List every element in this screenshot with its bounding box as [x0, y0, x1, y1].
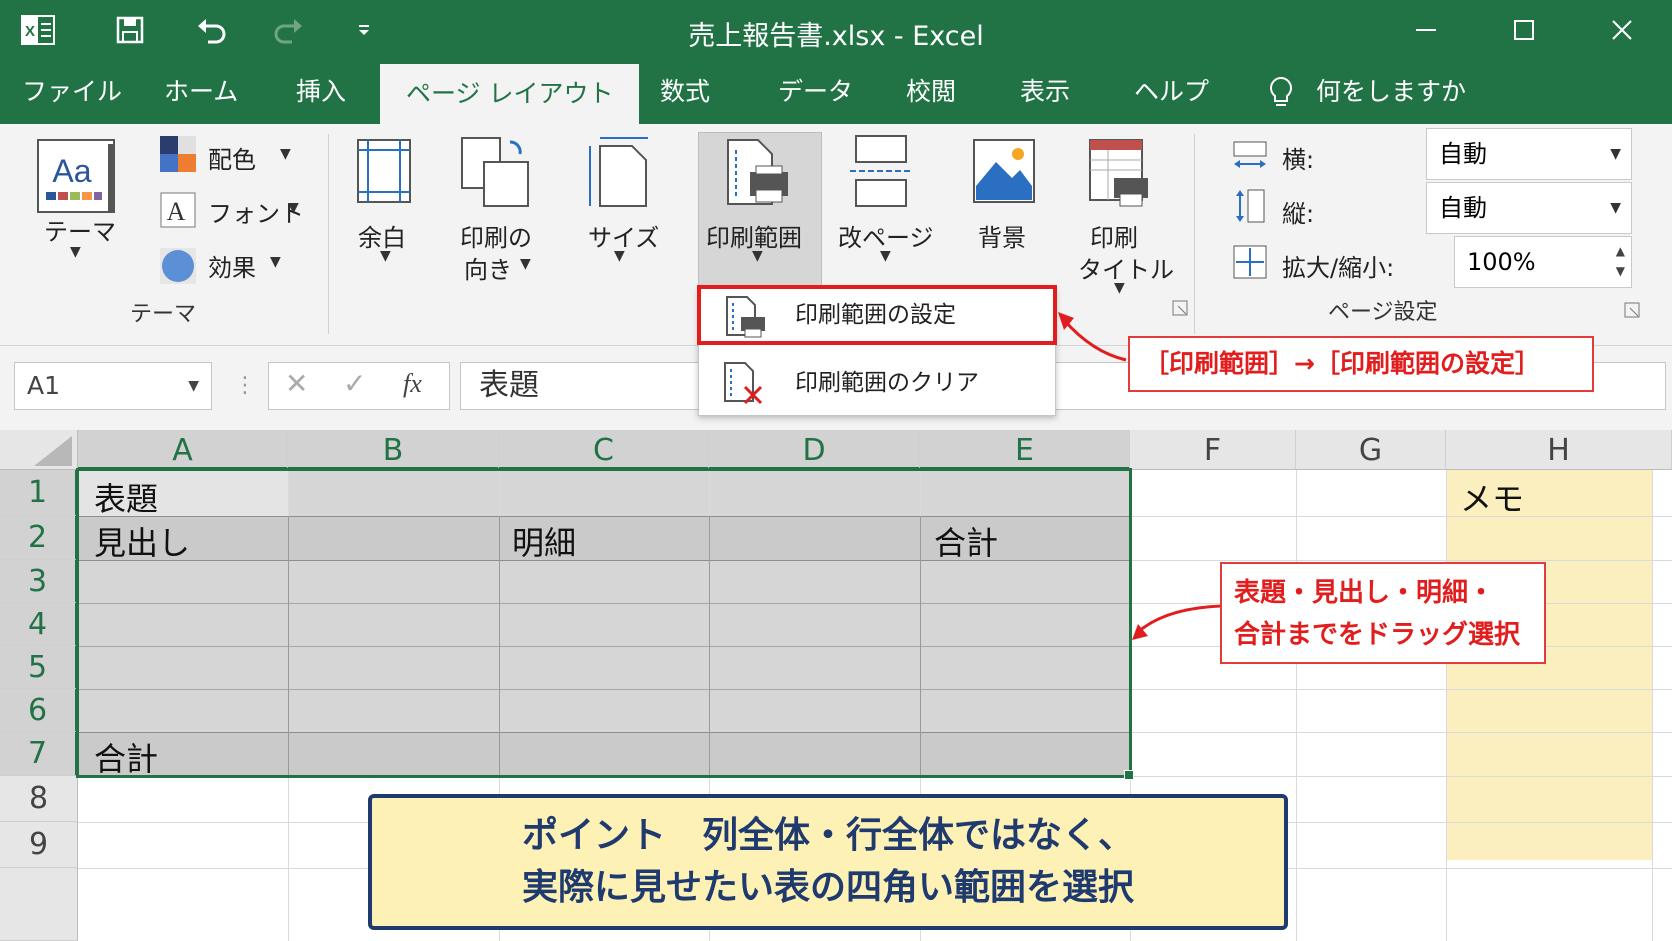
- note-line-2: 実際に見せたい表の四角い範囲を選択: [521, 867, 1134, 908]
- drag-callout-line-2: 合計までをドラッグ選択: [1234, 620, 1521, 650]
- drag-callout-line-1: 表題・見出し・明細・: [1234, 578, 1495, 608]
- point-note: ポイント 列全体・行全体ではなく、 実際に見せたい表の四角い範囲を選択: [368, 794, 1288, 930]
- note-line-1: ポイント 列全体・行全体ではなく、: [521, 815, 1134, 856]
- menu-path-callout: ［印刷範囲］→［印刷範囲の設定］: [1128, 336, 1594, 392]
- drag-select-callout: 表題・見出し・明細・ 合計までをドラッグ選択: [1220, 562, 1546, 664]
